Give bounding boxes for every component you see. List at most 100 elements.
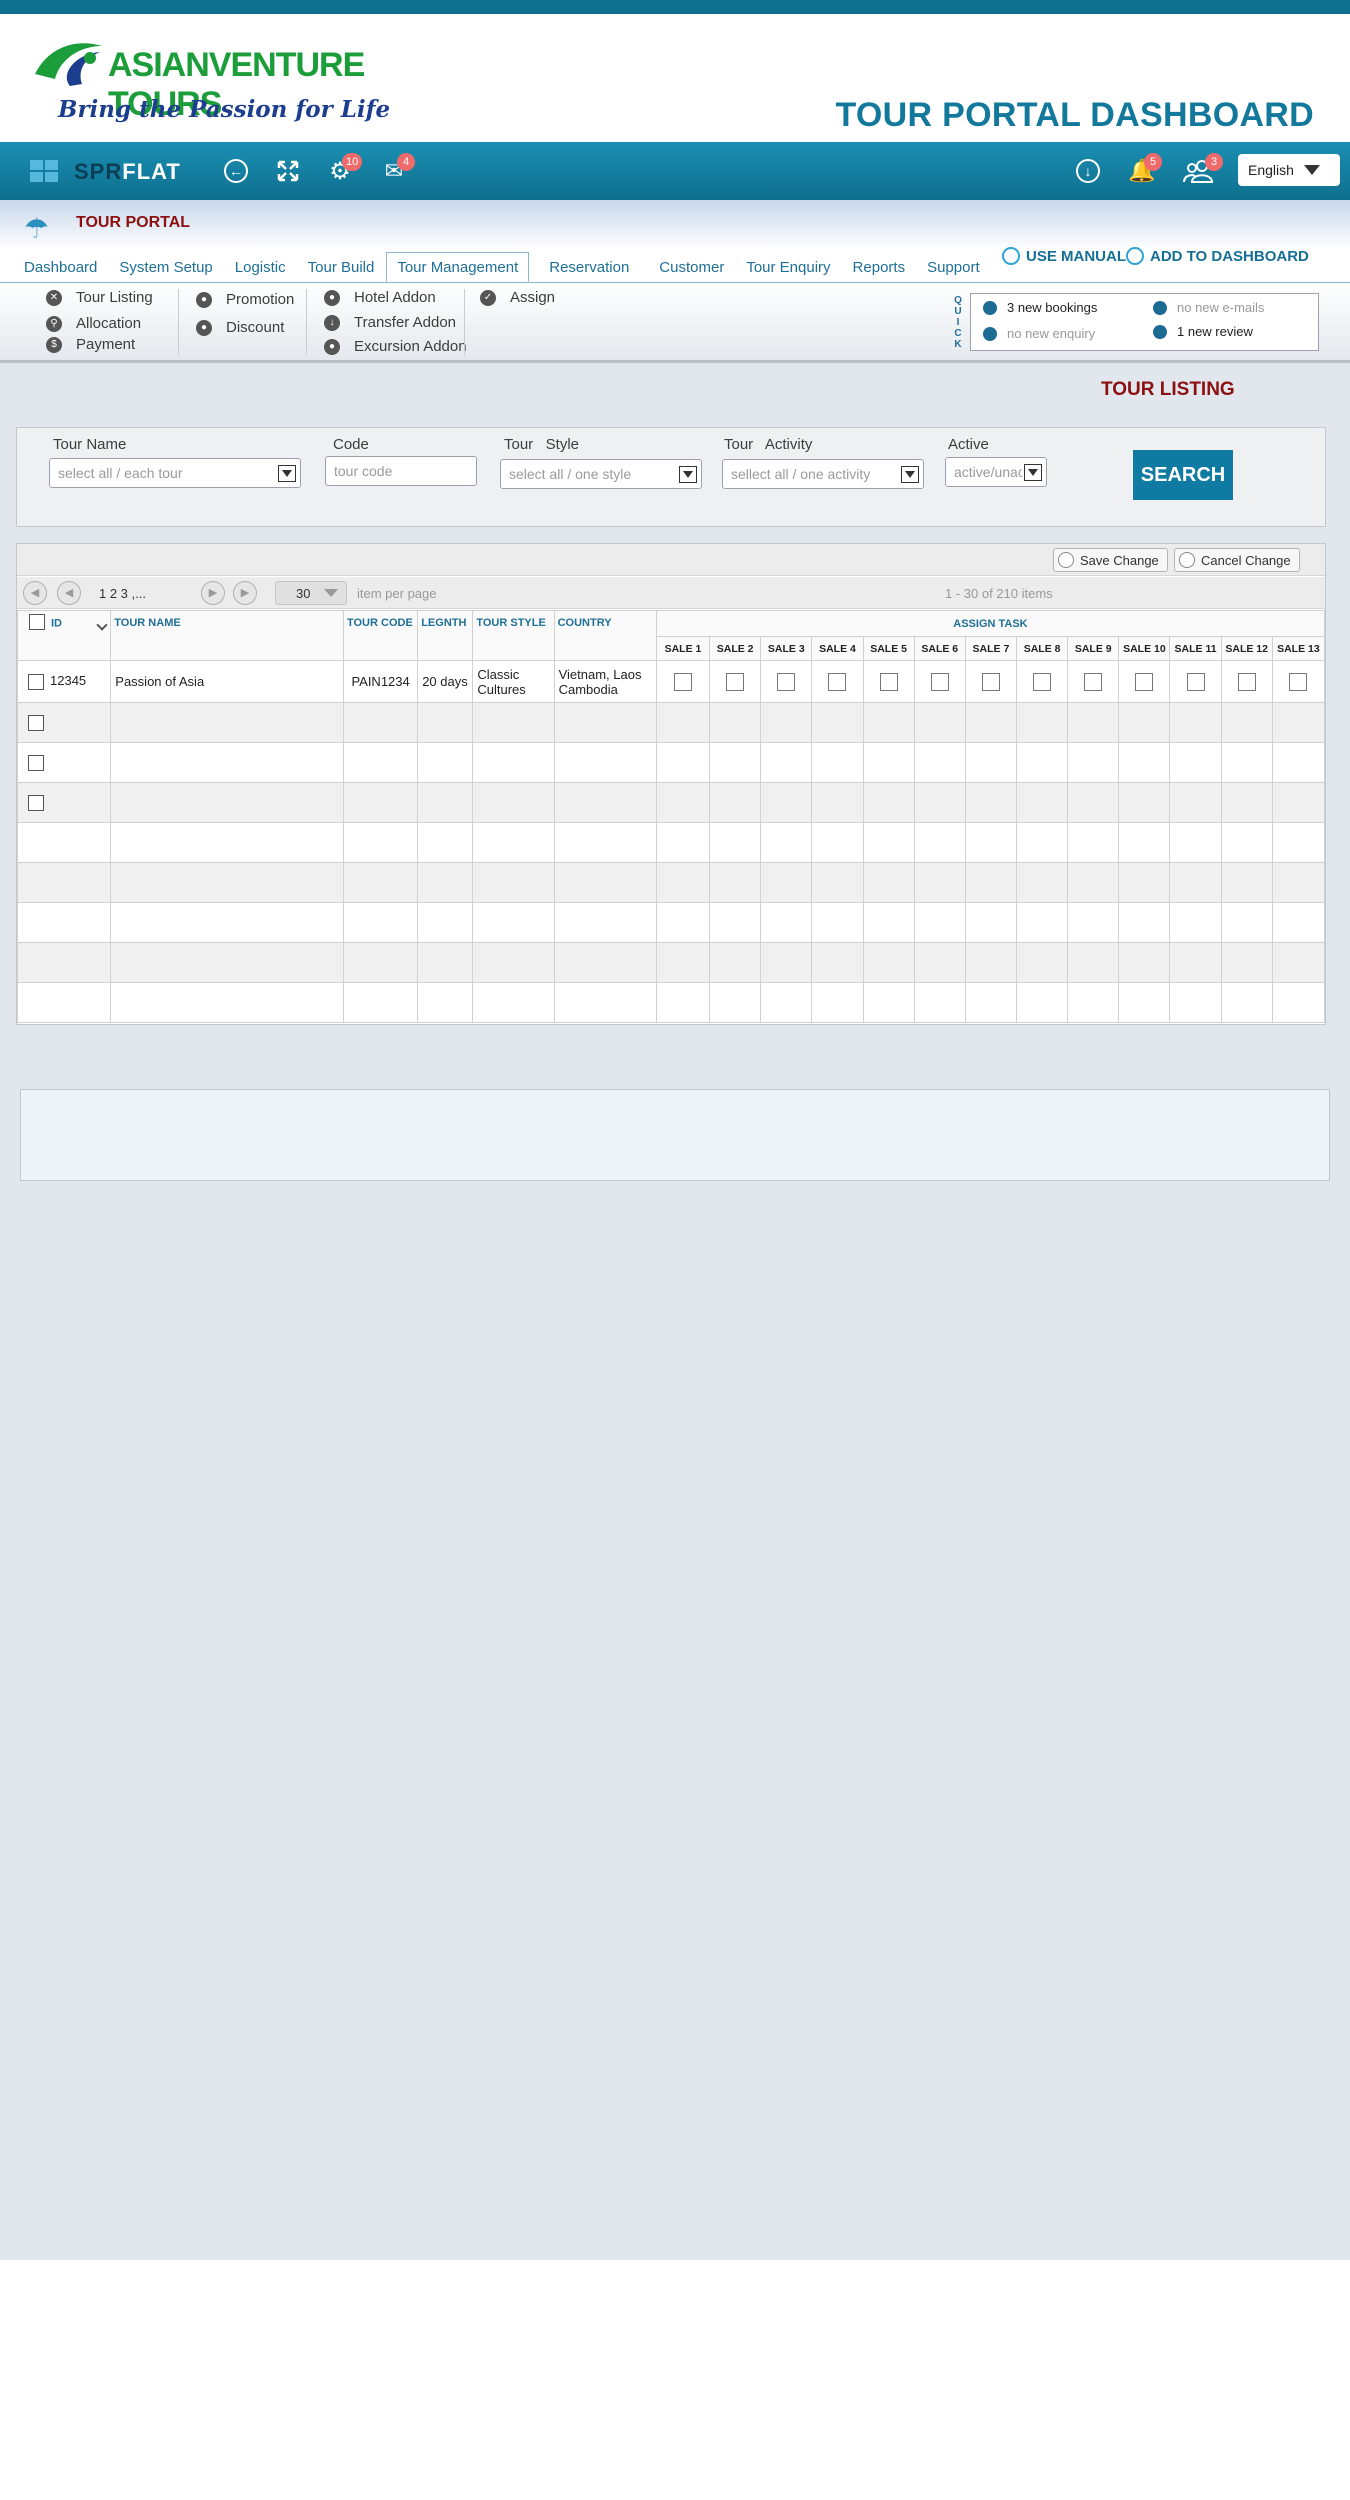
tab-customer[interactable]: Customer (649, 252, 734, 282)
expand-icon (277, 160, 299, 182)
submenu-label: Hotel Addon (354, 289, 436, 306)
quick-label-text: QUICK (954, 295, 962, 350)
table-cell (110, 782, 344, 823)
submenu-allocation[interactable]: ⚲ Allocation (46, 315, 141, 332)
quick-new-bookings[interactable]: 3 new bookings (983, 300, 1097, 315)
assign-sale-12-checkbox[interactable] (1237, 672, 1256, 691)
last-page-icon[interactable]: ▶ (233, 581, 257, 605)
assign-sale-13-checkbox[interactable] (1289, 672, 1308, 691)
assign-sale-4-checkbox[interactable] (828, 672, 847, 691)
header-tour-name[interactable]: TOUR NAME (110, 610, 344, 661)
company-logo[interactable]: ASIANVENTURE TOURS Bring the Passion for… (30, 24, 410, 134)
table-cell (1220, 742, 1273, 783)
windows-menu-icon[interactable] (30, 160, 60, 184)
row-checkbox[interactable] (28, 794, 44, 811)
submenu-promotion[interactable]: ● Promotion (196, 291, 294, 308)
header-id[interactable]: ID (16, 610, 112, 661)
assign-sale-6-checkbox[interactable] (930, 672, 949, 691)
table-cell (811, 902, 864, 943)
tab-system-setup[interactable]: System Setup (109, 252, 222, 282)
header-sale-10: SALE 10 (1118, 636, 1171, 661)
chevron-down-icon (901, 466, 919, 483)
active-select[interactable]: active/unactive (945, 457, 1047, 487)
quick-new-emails[interactable]: no new e-mails (1153, 300, 1264, 315)
table-cell (1169, 782, 1222, 823)
table-row[interactable] (16, 702, 1326, 743)
per-page-label: item per page (357, 586, 437, 601)
row-checkbox[interactable] (28, 754, 44, 771)
add-to-dashboard-link[interactable]: ADD TO DASHBOARD (1126, 247, 1309, 265)
submenu-payment[interactable]: $ Payment (46, 336, 135, 353)
submenu-assign[interactable]: ✓ Assign (480, 289, 555, 306)
assign-sale-1-checkbox[interactable] (673, 672, 692, 691)
tab-support[interactable]: Support (917, 252, 990, 282)
table-cell (964, 742, 1018, 783)
table-row[interactable] (16, 742, 1326, 783)
submenu-transfer-addon[interactable]: ↓ Transfer Addon (324, 314, 456, 331)
table-row[interactable] (16, 902, 1326, 943)
assign-sale-11-checkbox[interactable] (1186, 672, 1205, 691)
assign-sale-8-checkbox[interactable] (1033, 672, 1052, 691)
fullscreen-button[interactable] (274, 142, 302, 200)
search-button[interactable]: SEARCH (1133, 450, 1233, 500)
first-page-icon[interactable]: ◀ (23, 581, 47, 605)
tour-style-value: select all / one style (509, 466, 632, 482)
header-tour-style[interactable]: TOUR STYLE (472, 610, 555, 661)
table-row[interactable] (16, 942, 1326, 983)
settings-button[interactable]: ⚙ (326, 142, 354, 200)
assign-sale-2-checkbox[interactable] (726, 672, 745, 691)
tab-tour-enquiry[interactable]: Tour Enquiry (736, 252, 840, 282)
table-cell (1015, 942, 1069, 983)
prev-page-icon[interactable]: ◀ (57, 581, 81, 605)
assign-sale-10-checkbox[interactable] (1135, 672, 1154, 691)
submenu-tour-listing[interactable]: ✕ Tour Listing (46, 289, 153, 306)
row-checkbox[interactable] (28, 714, 44, 731)
tour-name-select[interactable]: select all / each tour (49, 458, 301, 488)
tour-style-select[interactable]: select all / one style (500, 459, 702, 489)
code-input[interactable]: tour code (325, 456, 477, 486)
table-cell (862, 822, 915, 863)
grid-action-bar: Save Change Cancel Change (17, 544, 1325, 576)
tab-reports[interactable]: Reports (843, 252, 916, 282)
pager-bar: ◀ ◀ 1 2 3 ,... ▶ ▶ 30 item per page 1 - … (17, 577, 1325, 609)
tab-logistic[interactable]: Logistic (225, 252, 296, 282)
tab-reservation[interactable]: Reservation (539, 252, 639, 282)
quick-new-review[interactable]: 1 new review (1153, 324, 1253, 339)
tour-activity-select[interactable]: sellect all / one activity (722, 459, 924, 489)
submenu-hotel-addon[interactable]: ● Hotel Addon (324, 289, 436, 306)
download-button[interactable]: ↓ (1074, 142, 1102, 200)
assign-sale-5-checkbox[interactable] (879, 672, 898, 691)
cancel-change-button[interactable]: Cancel Change (1174, 548, 1300, 572)
language-select[interactable]: English (1238, 154, 1340, 186)
header-country[interactable]: COUNTRY (553, 610, 657, 661)
header-tour-code[interactable]: TOUR CODE (342, 610, 419, 661)
table-row[interactable] (16, 822, 1326, 863)
assign-sale-3-checkbox[interactable] (777, 672, 796, 691)
back-button[interactable]: ← (222, 142, 250, 200)
assign-sale-9-checkbox[interactable] (1084, 672, 1103, 691)
mail-button[interactable]: ✉ (380, 142, 408, 200)
tab-tour-build[interactable]: Tour Build (298, 252, 385, 282)
assign-sale-7-checkbox[interactable] (981, 672, 1000, 691)
table-row[interactable] (16, 782, 1326, 823)
next-page-icon[interactable]: ▶ (201, 581, 225, 605)
select-all-checkbox[interactable] (29, 614, 45, 630)
page-numbers[interactable]: 1 2 3 ,... (99, 586, 146, 601)
table-cell (964, 942, 1018, 983)
save-change-button[interactable]: Save Change (1053, 548, 1168, 572)
row-checkbox[interactable] (28, 673, 44, 690)
use-manual-link[interactable]: USE MANUAL (1002, 247, 1126, 265)
notifications-button[interactable]: 🔔 (1128, 142, 1156, 200)
tab-dashboard[interactable]: Dashboard (14, 252, 107, 282)
submenu-excursion-addon[interactable]: ● Excursion Addon (324, 338, 467, 355)
table-row[interactable] (16, 982, 1326, 1023)
table-row[interactable] (16, 862, 1326, 903)
header-length[interactable]: LEGNTH (417, 610, 474, 661)
submenu-discount[interactable]: ● Discount (196, 319, 284, 336)
quick-new-enquiry[interactable]: no new enquiry (983, 326, 1095, 341)
per-page-select[interactable]: 30 (275, 581, 347, 605)
table-row[interactable]: 12345 Passion of Asia PAIN1234 20 days C… (16, 660, 1326, 703)
tab-tour-management[interactable]: Tour Management (386, 252, 530, 282)
users-button[interactable] (1182, 142, 1216, 200)
table-cell (811, 742, 864, 783)
